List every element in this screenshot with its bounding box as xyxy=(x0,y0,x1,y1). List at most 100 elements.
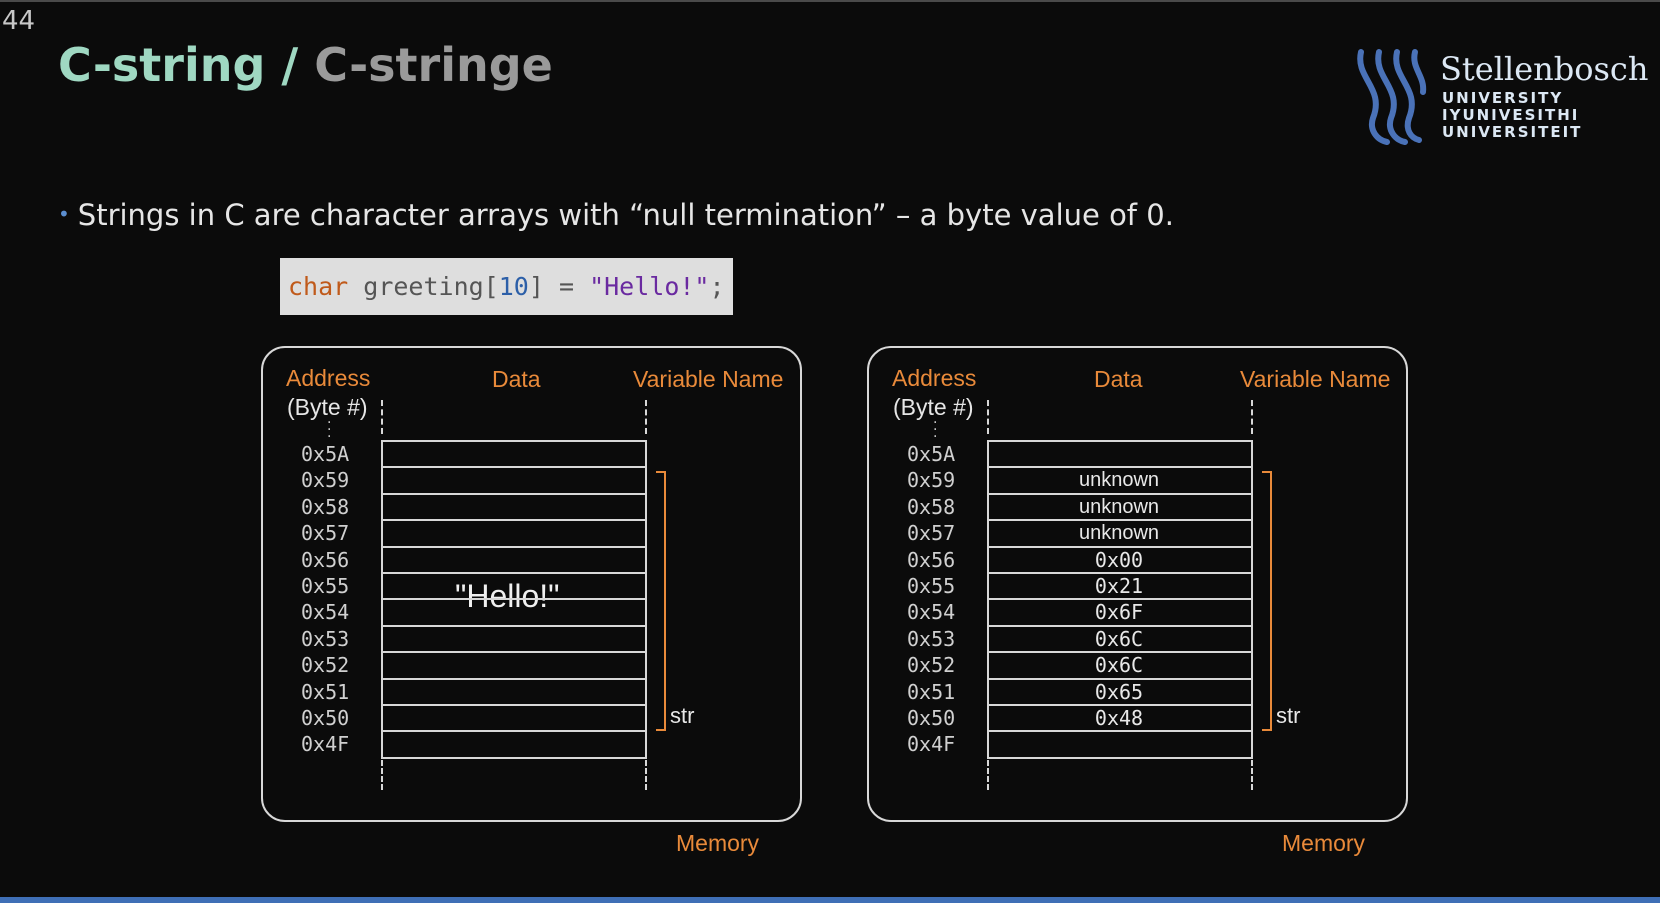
code-assign: ] = xyxy=(528,272,590,301)
logo-line-iyunivesithi: IYUNIVESITHI xyxy=(1442,106,1580,124)
stellenbosch-emblem-icon xyxy=(1357,49,1427,145)
ellipsis-dots-icon: · · · xyxy=(933,415,938,445)
title-afrikaans: C-stringe xyxy=(314,38,553,92)
memory-row-divider xyxy=(381,598,647,601)
memory-cell-value: 0x65 xyxy=(1094,679,1144,704)
memory-address: 0x51 xyxy=(907,679,956,704)
header-address: Address xyxy=(892,365,977,391)
memory-row-divider xyxy=(987,492,1253,495)
header-variable-name: Variable Name xyxy=(633,366,784,392)
memory-address: 0x53 xyxy=(907,626,956,651)
memory-row-divider xyxy=(987,598,1253,601)
memory-cell-value xyxy=(987,441,1251,466)
memory-address: 0x51 xyxy=(301,679,350,704)
memory-address: 0x50 xyxy=(907,706,956,730)
variable-label-str: str xyxy=(670,703,695,728)
memory-row-divider xyxy=(987,651,1253,654)
memory-row-divider xyxy=(381,651,647,654)
memory-row-divider xyxy=(381,624,647,627)
ellipsis-dots-icon: · · · xyxy=(327,415,332,445)
memory-address: 0x52 xyxy=(907,653,956,678)
memory-column-border xyxy=(381,440,383,759)
memory-address: 0x4F xyxy=(301,732,350,757)
memory-row-divider xyxy=(381,440,647,442)
memory-cell-value xyxy=(987,731,1251,756)
memory-address: 0x56 xyxy=(907,547,956,572)
memory-row-divider xyxy=(987,545,1253,548)
memory-column-border xyxy=(987,440,989,759)
memory-row-divider xyxy=(987,756,1253,759)
memory-address: 0x4F xyxy=(907,732,956,757)
memory-address: 0x54 xyxy=(907,600,956,625)
memory-row-divider xyxy=(987,624,1253,627)
memory-cell-value: unknown xyxy=(1078,522,1160,545)
dashed-guide-line xyxy=(987,400,989,434)
variable-label-str: str xyxy=(1276,703,1301,728)
memory-row-divider xyxy=(987,730,1253,733)
header-variable-name: Variable Name xyxy=(1240,366,1391,392)
dashed-guide-line xyxy=(987,760,989,790)
bullet-point: • Strings in C are character arrays with … xyxy=(58,198,1174,232)
memory-address: 0x55 xyxy=(301,574,350,598)
memory-column-border xyxy=(645,440,647,759)
memory-cell-value: 0x6C xyxy=(1094,653,1144,678)
memory-row-divider xyxy=(987,677,1253,680)
data-hello-string: "Hello!" xyxy=(455,578,560,614)
code-snippet: char greeting[10] = "Hello!"; xyxy=(280,258,733,315)
memory-diagram-abstract: Address (Byte #) Data Variable Name "Hel… xyxy=(261,346,802,822)
logo-line-university: UNIVERSITY xyxy=(1442,89,1564,107)
memory-address: 0x58 xyxy=(301,494,350,519)
memory-cell-value: 0x00 xyxy=(1094,547,1144,572)
memory-row-divider xyxy=(381,756,647,759)
memory-row-divider xyxy=(987,440,1253,442)
memory-address: 0x5A xyxy=(301,442,350,466)
title-separator: / xyxy=(265,38,315,92)
memory-cell-value: 0x21 xyxy=(1094,574,1144,598)
memory-row-divider xyxy=(381,677,647,680)
dashed-guide-line xyxy=(645,760,647,790)
memory-row-divider xyxy=(381,704,647,706)
university-logo: Stellenbosch UNIVERSITY IYUNIVESITHI UNI… xyxy=(1355,46,1648,151)
code-semicolon: ; xyxy=(709,272,725,301)
bullet-text: Strings in C are character arrays with “… xyxy=(77,198,1174,232)
memory-diagram-bytes: Address (Byte #) Data Variable Name str … xyxy=(867,346,1408,822)
bullet-dot-icon: • xyxy=(58,202,70,226)
dashed-guide-line xyxy=(645,400,647,434)
memory-row-divider xyxy=(381,572,647,574)
memory-address: 0x59 xyxy=(907,468,956,493)
memory-address: 0x54 xyxy=(301,600,350,625)
dashed-guide-line xyxy=(1251,400,1253,434)
memory-row-divider xyxy=(381,466,647,469)
memory-address: 0x55 xyxy=(907,574,956,598)
header-data: Data xyxy=(1094,366,1143,392)
memory-address: 0x58 xyxy=(907,494,956,519)
header-address: Address xyxy=(286,365,371,391)
memory-cell-value: 0x6C xyxy=(1094,626,1144,651)
logo-line-universiteit: UNIVERSITEIT xyxy=(1442,123,1583,141)
memory-row-divider xyxy=(381,730,647,733)
dashed-guide-line xyxy=(1251,760,1253,790)
memory-row-divider xyxy=(987,519,1253,522)
memory-address: 0x53 xyxy=(301,626,350,651)
memory-cell-value: unknown xyxy=(1078,495,1160,518)
slide-number: 44 xyxy=(2,6,36,36)
title-english: C-string xyxy=(58,38,266,92)
bottom-accent-bar xyxy=(0,897,1660,903)
memory-address: 0x57 xyxy=(907,521,956,546)
memory-cell-value: 0x6F xyxy=(1094,600,1144,625)
memory-cell-value: 0x48 xyxy=(1094,706,1144,730)
code-keyword: char xyxy=(288,272,349,301)
logo-name: Stellenbosch xyxy=(1440,50,1649,88)
memory-row-divider xyxy=(987,466,1253,469)
variable-bracket xyxy=(656,471,666,732)
memory-row-divider xyxy=(381,492,647,495)
slide-title: C-string / C-stringe xyxy=(58,38,553,92)
top-border xyxy=(0,0,1660,2)
header-data: Data xyxy=(492,366,541,392)
memory-address: 0x56 xyxy=(301,547,350,572)
memory-row-divider xyxy=(381,545,647,548)
memory-row-divider xyxy=(381,519,647,522)
memory-row-divider xyxy=(987,572,1253,574)
code-string-literal: "Hello!" xyxy=(589,272,710,301)
memory-address: 0x52 xyxy=(301,653,350,678)
